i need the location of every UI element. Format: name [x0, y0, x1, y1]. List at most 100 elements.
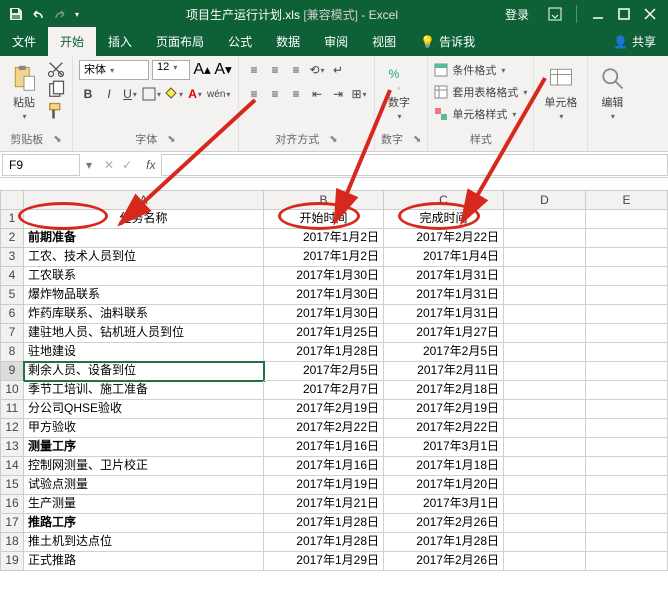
- row-header[interactable]: 7: [0, 324, 24, 343]
- row-header[interactable]: 6: [0, 305, 24, 324]
- row-header[interactable]: 9: [0, 362, 24, 381]
- cell[interactable]: [504, 248, 586, 267]
- cell[interactable]: 任务名称: [24, 210, 264, 229]
- font-size-select[interactable]: 12 ▾: [152, 60, 190, 80]
- conditional-format-button[interactable]: 条件格式▾: [434, 60, 527, 80]
- cell[interactable]: 2017年1月19日: [264, 476, 384, 495]
- tab-home[interactable]: 开始: [48, 27, 96, 56]
- tab-layout[interactable]: 页面布局: [144, 27, 216, 56]
- cell[interactable]: [504, 324, 586, 343]
- cell-styles-button[interactable]: 单元格样式▾: [434, 104, 527, 124]
- cell[interactable]: 2017年1月27日: [384, 324, 504, 343]
- cell[interactable]: 2017年2月18日: [384, 381, 504, 400]
- row-header[interactable]: 15: [0, 476, 24, 495]
- minimize-icon[interactable]: [590, 6, 606, 22]
- tab-formulas[interactable]: 公式: [216, 27, 264, 56]
- redo-icon[interactable]: [52, 6, 68, 22]
- editing-button[interactable]: 编辑▾: [594, 60, 630, 125]
- align-top-icon[interactable]: ≡: [245, 61, 263, 79]
- cell[interactable]: 2017年1月4日: [384, 248, 504, 267]
- cell[interactable]: [586, 457, 668, 476]
- number-launcher-icon[interactable]: ⬊: [413, 134, 421, 145]
- fx-cancel-icon[interactable]: ✕: [104, 158, 114, 172]
- cell[interactable]: [504, 476, 586, 495]
- cell[interactable]: [504, 343, 586, 362]
- row-header[interactable]: 10: [0, 381, 24, 400]
- font-name-select[interactable]: 宋体 ▾: [79, 60, 149, 80]
- cell[interactable]: 2017年1月28日: [264, 533, 384, 552]
- cell[interactable]: 试验点测量: [24, 476, 264, 495]
- select-all-corner[interactable]: [0, 190, 24, 210]
- align-right-icon[interactable]: ≡: [287, 85, 305, 103]
- undo-icon[interactable]: [30, 6, 46, 22]
- row-header[interactable]: 19: [0, 552, 24, 571]
- cell[interactable]: [586, 400, 668, 419]
- fill-color-button[interactable]: ▾: [164, 85, 183, 103]
- cell[interactable]: 2017年2月22日: [384, 229, 504, 248]
- cell[interactable]: [586, 495, 668, 514]
- number-format-button[interactable]: %, 数字▾: [381, 60, 417, 125]
- cell[interactable]: 工农、技术人员到位: [24, 248, 264, 267]
- col-header-E[interactable]: E: [586, 190, 668, 210]
- cell[interactable]: 2017年2月11日: [384, 362, 504, 381]
- cell[interactable]: [586, 514, 668, 533]
- cell[interactable]: [586, 248, 668, 267]
- cell[interactable]: [504, 533, 586, 552]
- cell[interactable]: 2017年1月28日: [264, 343, 384, 362]
- row-header[interactable]: 8: [0, 343, 24, 362]
- cell[interactable]: [504, 514, 586, 533]
- name-box-dropdown-icon[interactable]: ▾: [82, 158, 96, 172]
- cell[interactable]: 分公司QHSE验收: [24, 400, 264, 419]
- cell[interactable]: 2017年1月16日: [264, 457, 384, 476]
- name-box[interactable]: F9: [2, 154, 80, 176]
- cell[interactable]: [586, 362, 668, 381]
- cell[interactable]: [586, 476, 668, 495]
- wrap-text-icon[interactable]: ↵: [329, 61, 347, 79]
- increase-font-icon[interactable]: A▴: [193, 61, 211, 79]
- cell[interactable]: [504, 457, 586, 476]
- align-middle-icon[interactable]: ≡: [266, 61, 284, 79]
- copy-icon[interactable]: [46, 81, 66, 99]
- cell[interactable]: 2017年2月19日: [264, 400, 384, 419]
- fx-icon[interactable]: fx: [140, 158, 161, 172]
- tab-review[interactable]: 审阅: [312, 27, 360, 56]
- cell[interactable]: 控制网测量、卫片校正: [24, 457, 264, 476]
- cell[interactable]: 推土机到达点位: [24, 533, 264, 552]
- cell[interactable]: 2017年1月30日: [264, 286, 384, 305]
- cell[interactable]: [586, 324, 668, 343]
- cell[interactable]: [504, 552, 586, 571]
- border-button[interactable]: ▾: [142, 85, 161, 103]
- row-header[interactable]: 17: [0, 514, 24, 533]
- cell[interactable]: 2017年1月18日: [384, 457, 504, 476]
- font-launcher-icon[interactable]: ⬊: [167, 134, 175, 145]
- tab-view[interactable]: 视图: [360, 27, 408, 56]
- cell[interactable]: 2017年1月28日: [384, 533, 504, 552]
- cell[interactable]: 2017年1月16日: [264, 438, 384, 457]
- cell[interactable]: [586, 552, 668, 571]
- row-header[interactable]: 4: [0, 267, 24, 286]
- cell[interactable]: 完成时间: [384, 210, 504, 229]
- cell[interactable]: 2017年3月1日: [384, 495, 504, 514]
- col-header-B[interactable]: B: [264, 190, 384, 210]
- align-left-icon[interactable]: ≡: [245, 85, 263, 103]
- cell[interactable]: 2017年2月5日: [264, 362, 384, 381]
- cell[interactable]: [586, 343, 668, 362]
- tab-file[interactable]: 文件: [0, 27, 48, 56]
- cell[interactable]: [504, 362, 586, 381]
- row-header[interactable]: 16: [0, 495, 24, 514]
- close-icon[interactable]: [642, 6, 658, 22]
- cell[interactable]: 2017年1月25日: [264, 324, 384, 343]
- cell[interactable]: [586, 267, 668, 286]
- cell[interactable]: 2017年1月31日: [384, 286, 504, 305]
- fx-confirm-icon[interactable]: ✓: [122, 158, 132, 172]
- cell[interactable]: [586, 286, 668, 305]
- cell[interactable]: 驻地建设: [24, 343, 264, 362]
- formula-input[interactable]: [161, 154, 668, 176]
- row-header[interactable]: 14: [0, 457, 24, 476]
- cell[interactable]: 生产测量: [24, 495, 264, 514]
- row-header[interactable]: 1: [0, 210, 24, 229]
- cell[interactable]: 测量工序: [24, 438, 264, 457]
- cell[interactable]: 季节工培训、施工准备: [24, 381, 264, 400]
- cell[interactable]: 正式推路: [24, 552, 264, 571]
- decrease-indent-icon[interactable]: ⇤: [308, 85, 326, 103]
